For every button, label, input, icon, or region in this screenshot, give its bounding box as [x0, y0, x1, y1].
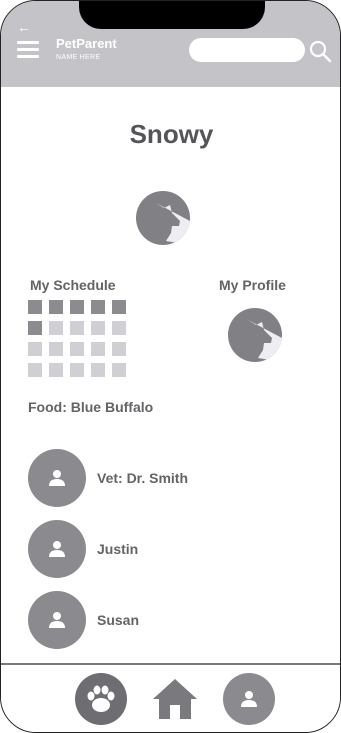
home-icon[interactable] — [151, 677, 199, 721]
schedule-cell[interactable] — [70, 321, 84, 335]
schedule-cell[interactable] — [112, 342, 126, 356]
my-profile-label[interactable]: My Profile — [219, 277, 286, 293]
schedule-cell[interactable] — [49, 300, 63, 314]
pet-avatar[interactable] — [136, 191, 190, 245]
contact-name-vet[interactable]: Vet: Dr. Smith — [97, 470, 188, 486]
schedule-cell[interactable] — [70, 363, 84, 377]
schedule-cell[interactable] — [70, 300, 84, 314]
vet-avatar[interactable] — [28, 449, 86, 507]
schedule-cell[interactable] — [28, 321, 42, 335]
schedule-cell[interactable] — [91, 321, 105, 335]
schedule-cell[interactable] — [49, 363, 63, 377]
contact-name-justin[interactable]: Justin — [97, 541, 138, 557]
dog-icon — [248, 320, 282, 362]
schedule-cell[interactable] — [49, 342, 63, 356]
contact-name-susan[interactable]: Susan — [97, 612, 139, 628]
schedule-cell[interactable] — [91, 342, 105, 356]
susan-avatar[interactable] — [28, 591, 86, 649]
user-icon — [49, 612, 65, 628]
paw-icon — [87, 685, 115, 712]
schedule-cell[interactable] — [49, 321, 63, 335]
dog-icon — [156, 203, 190, 245]
schedule-cell[interactable] — [112, 321, 126, 335]
food-text: Food: Blue Buffalo — [28, 399, 154, 415]
search-input[interactable] — [189, 38, 305, 62]
schedule-cell[interactable] — [112, 300, 126, 314]
profile-avatar[interactable] — [228, 308, 282, 362]
schedule-cell[interactable] — [91, 300, 105, 314]
schedule-cell[interactable] — [91, 363, 105, 377]
back-arrow-icon[interactable]: ← — [17, 19, 31, 35]
user-icon — [49, 470, 65, 486]
search-icon[interactable] — [308, 39, 332, 63]
user-icon — [49, 541, 65, 557]
schedule-cell[interactable] — [112, 363, 126, 377]
my-schedule-label[interactable]: My Schedule — [30, 277, 116, 293]
bottom-nav — [1, 663, 340, 732]
pet-name-title: Snowy — [129, 119, 214, 149]
schedule-cell[interactable] — [28, 363, 42, 377]
schedule-cell[interactable] — [28, 342, 42, 356]
user-icon — [241, 691, 257, 707]
app-subtitle: NAME HERE — [56, 54, 101, 61]
schedule-cell[interactable] — [28, 300, 42, 314]
justin-avatar[interactable] — [28, 520, 86, 578]
app-brand: PetParent — [56, 36, 117, 51]
device-notch — [79, 1, 265, 29]
phone-frame: ← PetParent NAME HERE Snowy My Schedule … — [0, 0, 341, 733]
nav-profile-button[interactable] — [223, 673, 275, 725]
menu-icon[interactable] — [17, 41, 39, 62]
schedule-cell[interactable] — [70, 342, 84, 356]
nav-paw-button[interactable] — [75, 673, 127, 725]
